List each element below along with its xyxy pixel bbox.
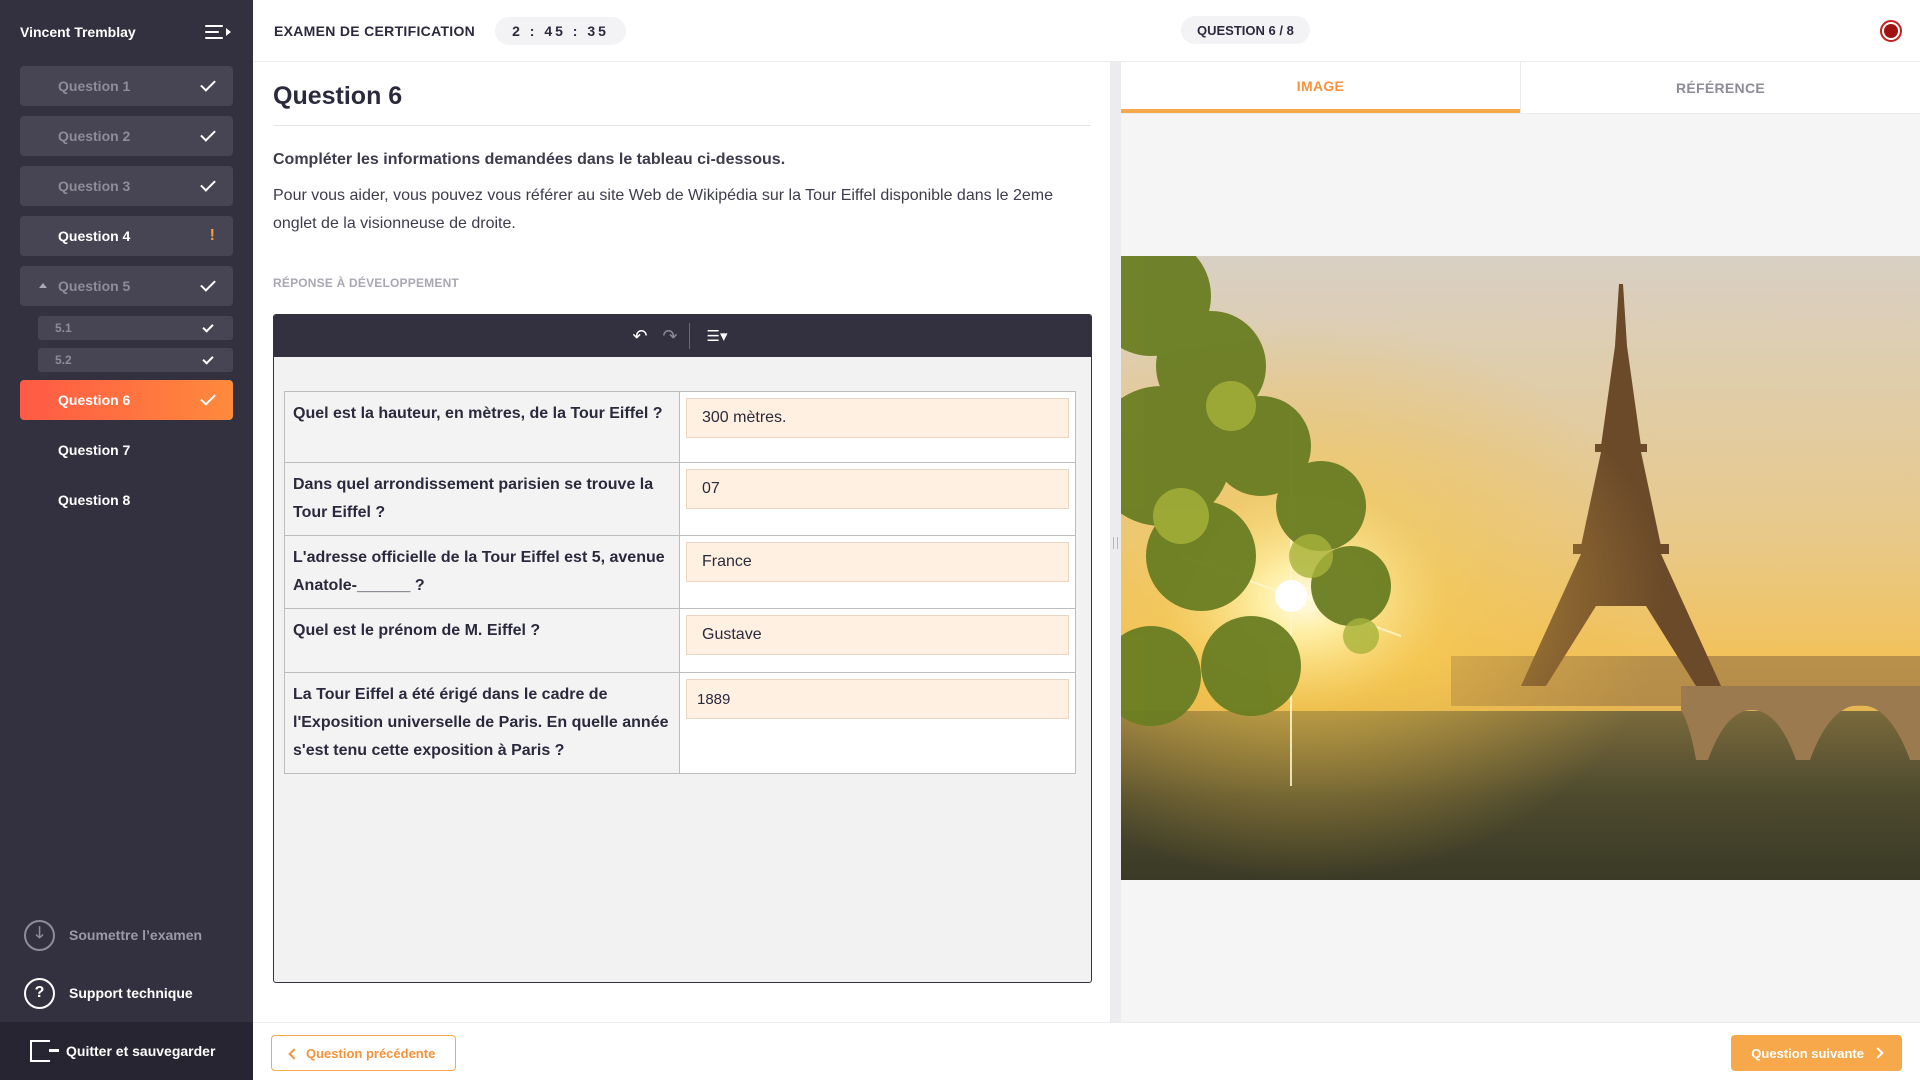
sidebar-item-question-6[interactable]: Question 6 [20, 380, 233, 420]
quit-and-save-button[interactable]: Quitter et sauvegarder [0, 1022, 253, 1080]
user-name: Vincent Tremblay [20, 24, 136, 40]
question-area: Question 6 Compléter les informations de… [273, 62, 1091, 290]
editor-toolbar: ↶ ↷ ☰▾ [274, 315, 1091, 357]
sidebar-header: Vincent Tremblay [0, 0, 253, 64]
sidebar-subitem-5-2[interactable]: 5.2 [38, 348, 233, 372]
table-question-cell: Quel est le prénom de M. Eiffel ? [285, 609, 680, 673]
redo-icon[interactable]: ↷ [655, 321, 685, 351]
document-viewer: IMAGE RÉFÉRENCE [1121, 62, 1920, 1022]
question-label: Question 6 [58, 392, 130, 408]
check-icon [202, 321, 213, 332]
response-type-label: RÉPONSE À DÉVELOPPEMENT [273, 276, 1091, 290]
question-label: Question 7 [58, 442, 130, 458]
sidebar-item-question-1[interactable]: Question 1 [20, 66, 233, 106]
question-label: Question 1 [58, 78, 130, 94]
subquestion-label: 5.2 [55, 353, 72, 367]
sidebar-item-question-2[interactable]: Question 2 [20, 116, 233, 156]
answer-field[interactable]: Gustave [686, 615, 1069, 655]
answer-field[interactable]: 300 mètres. [686, 398, 1069, 438]
question-instruction: Compléter les informations demandées dan… [273, 151, 1091, 169]
subquestion-label: 5.1 [55, 321, 72, 335]
question-label: Question 3 [58, 178, 130, 194]
table-row: L'adresse officielle de la Tour Eiffel e… [285, 536, 1076, 609]
table-answer-cell: France [680, 536, 1076, 609]
sidebar-item-question-4[interactable]: Question 4 ! [20, 216, 233, 256]
exit-door-icon [30, 1040, 50, 1062]
table-row: Quel est le prénom de M. Eiffel ? Gustav… [285, 609, 1076, 673]
tab-image[interactable]: IMAGE [1121, 62, 1520, 113]
format-menu-icon[interactable]: ☰▾ [694, 321, 740, 351]
check-icon [200, 76, 216, 92]
eiffel-tower-photo [1121, 256, 1920, 880]
viewer-tabs: IMAGE RÉFÉRENCE [1121, 62, 1920, 114]
question-counter: QUESTION 6 / 8 [1181, 16, 1310, 44]
undo-icon[interactable]: ↶ [625, 321, 655, 351]
sidebar-item-question-3[interactable]: Question 3 [20, 166, 233, 206]
toolbar-divider [689, 323, 690, 349]
caret-up-icon[interactable] [39, 283, 47, 288]
exam-timer: 2 : 45 : 35 [495, 17, 626, 45]
sidebar-item-question-7[interactable]: Question 7 [20, 430, 233, 470]
table-question-cell: Quel est la hauteur, en mètres, de la To… [285, 392, 680, 463]
quit-and-save-label: Quitter et sauvegarder [66, 1043, 215, 1059]
table-answer-cell: 07 [680, 463, 1076, 536]
download-arrow-icon: 🡓 [24, 920, 55, 951]
sidebar: Vincent Tremblay Question 1 Question 2 Q… [0, 0, 253, 1080]
table-question-cell: L'adresse officielle de la Tour Eiffel e… [285, 536, 680, 609]
answer-editor: ↶ ↷ ☰▾ Quel est la hauteur, en mètres, d… [273, 314, 1092, 983]
technical-support-label: Support technique [69, 985, 193, 1001]
submit-exam-button[interactable]: 🡓 Soumettre l’examen [0, 906, 253, 964]
previous-question-button[interactable]: Question précédente [271, 1035, 456, 1071]
record-icon[interactable] [1880, 20, 1902, 42]
table-question-cell: Dans quel arrondissement parisien se tro… [285, 463, 680, 536]
sidebar-bottom: 🡓 Soumettre l’examen ? Support technique… [0, 906, 253, 1080]
grip-icon [1113, 537, 1118, 549]
question-title: Question 6 [273, 82, 1091, 126]
check-icon [200, 390, 216, 406]
check-icon [200, 176, 216, 192]
answer-field[interactable]: 1889 [686, 679, 1069, 719]
sidebar-subitem-5-1[interactable]: 5.1 [38, 316, 233, 340]
next-question-button[interactable]: Question suivante [1731, 1035, 1902, 1071]
table-row: La Tour Eiffel a été érigé dans le cadre… [285, 673, 1076, 774]
sidebar-item-question-8[interactable]: Question 8 [20, 480, 233, 520]
check-icon [200, 276, 216, 292]
question-label: Question 2 [58, 128, 130, 144]
question-label: Question 8 [58, 492, 130, 508]
technical-support-button[interactable]: ? Support technique [0, 964, 253, 1022]
question-help-text: Pour vous aider, vous pouvez vous référe… [273, 182, 1083, 238]
question-list: Question 1 Question 2 Question 3 Questio… [20, 66, 233, 530]
top-bar: EXAMEN DE CERTIFICATION 2 : 45 : 35 QUES… [253, 0, 1920, 62]
tab-reference[interactable]: RÉFÉRENCE [1520, 62, 1920, 113]
answer-table: Quel est la hauteur, en mètres, de la To… [284, 391, 1076, 774]
check-icon [200, 126, 216, 142]
eiffel-tower-illustration [1121, 256, 1920, 880]
table-question-cell: La Tour Eiffel a été érigé dans le cadre… [285, 673, 680, 774]
table-answer-cell: Gustave [680, 609, 1076, 673]
question-label: Question 5 [58, 278, 130, 294]
submit-exam-label: Soumettre l’examen [69, 927, 202, 943]
question-label: Question 4 [58, 228, 130, 244]
exam-title: EXAMEN DE CERTIFICATION [274, 23, 475, 39]
pane-resize-handle[interactable] [1110, 62, 1121, 1022]
table-answer-cell: 1889 [680, 673, 1076, 774]
answer-field[interactable]: 07 [686, 469, 1069, 509]
table-row: Dans quel arrondissement parisien se tro… [285, 463, 1076, 536]
question-mark-icon: ? [24, 978, 55, 1009]
table-row: Quel est la hauteur, en mètres, de la To… [285, 392, 1076, 463]
answer-field[interactable]: France [686, 542, 1069, 582]
collapse-menu-icon[interactable] [205, 23, 231, 41]
table-answer-cell: 300 mètres. [680, 392, 1076, 463]
footer-nav: Question précédente Question suivante [253, 1022, 1920, 1080]
warning-icon: ! [210, 227, 215, 245]
check-icon [202, 353, 213, 364]
sidebar-item-question-5[interactable]: Question 5 [20, 266, 233, 306]
